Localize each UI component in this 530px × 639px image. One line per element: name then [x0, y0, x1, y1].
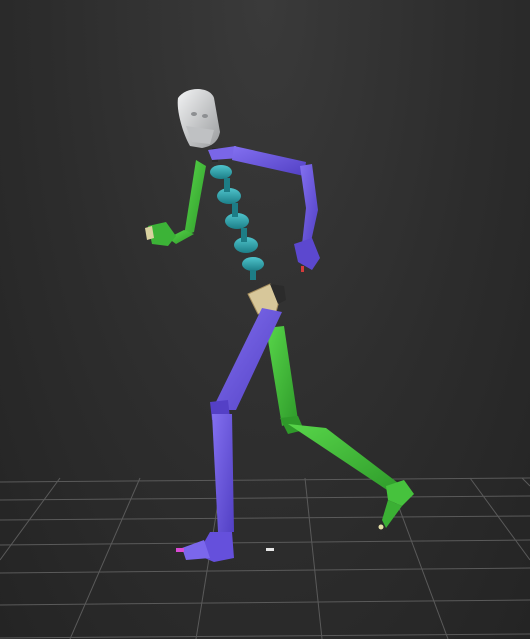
right-shin[interactable] [212, 414, 234, 532]
spine-vertebra-1[interactable] [210, 165, 232, 179]
right-leg[interactable] [176, 308, 282, 562]
right-upper-arm[interactable] [232, 146, 306, 176]
left-thigh[interactable] [266, 326, 298, 426]
left-leg[interactable] [266, 326, 414, 530]
eye-socket-right [202, 114, 208, 118]
viewport-canvas[interactable] [0, 0, 530, 639]
spine-link-c [241, 228, 247, 242]
spine-link-a [224, 178, 230, 192]
spine-link-b [232, 203, 238, 217]
left-arm[interactable] [145, 160, 206, 246]
ground-grid [0, 477, 530, 639]
right-arm[interactable] [208, 146, 320, 272]
eye-socket-left [191, 112, 197, 116]
right-finger-marker [301, 266, 304, 272]
right-hand[interactable] [294, 238, 320, 270]
spine[interactable] [210, 148, 264, 280]
head[interactable] [177, 89, 220, 148]
right-toe-marker [176, 548, 184, 552]
spine-vertebra-5[interactable] [242, 257, 264, 271]
right-forearm[interactable] [300, 164, 318, 246]
left-toe-tip [378, 524, 384, 530]
3d-viewport[interactable] [0, 0, 530, 639]
ground-marker [266, 548, 274, 551]
spine-link-d [250, 270, 256, 280]
left-upper-arm[interactable] [184, 160, 206, 236]
